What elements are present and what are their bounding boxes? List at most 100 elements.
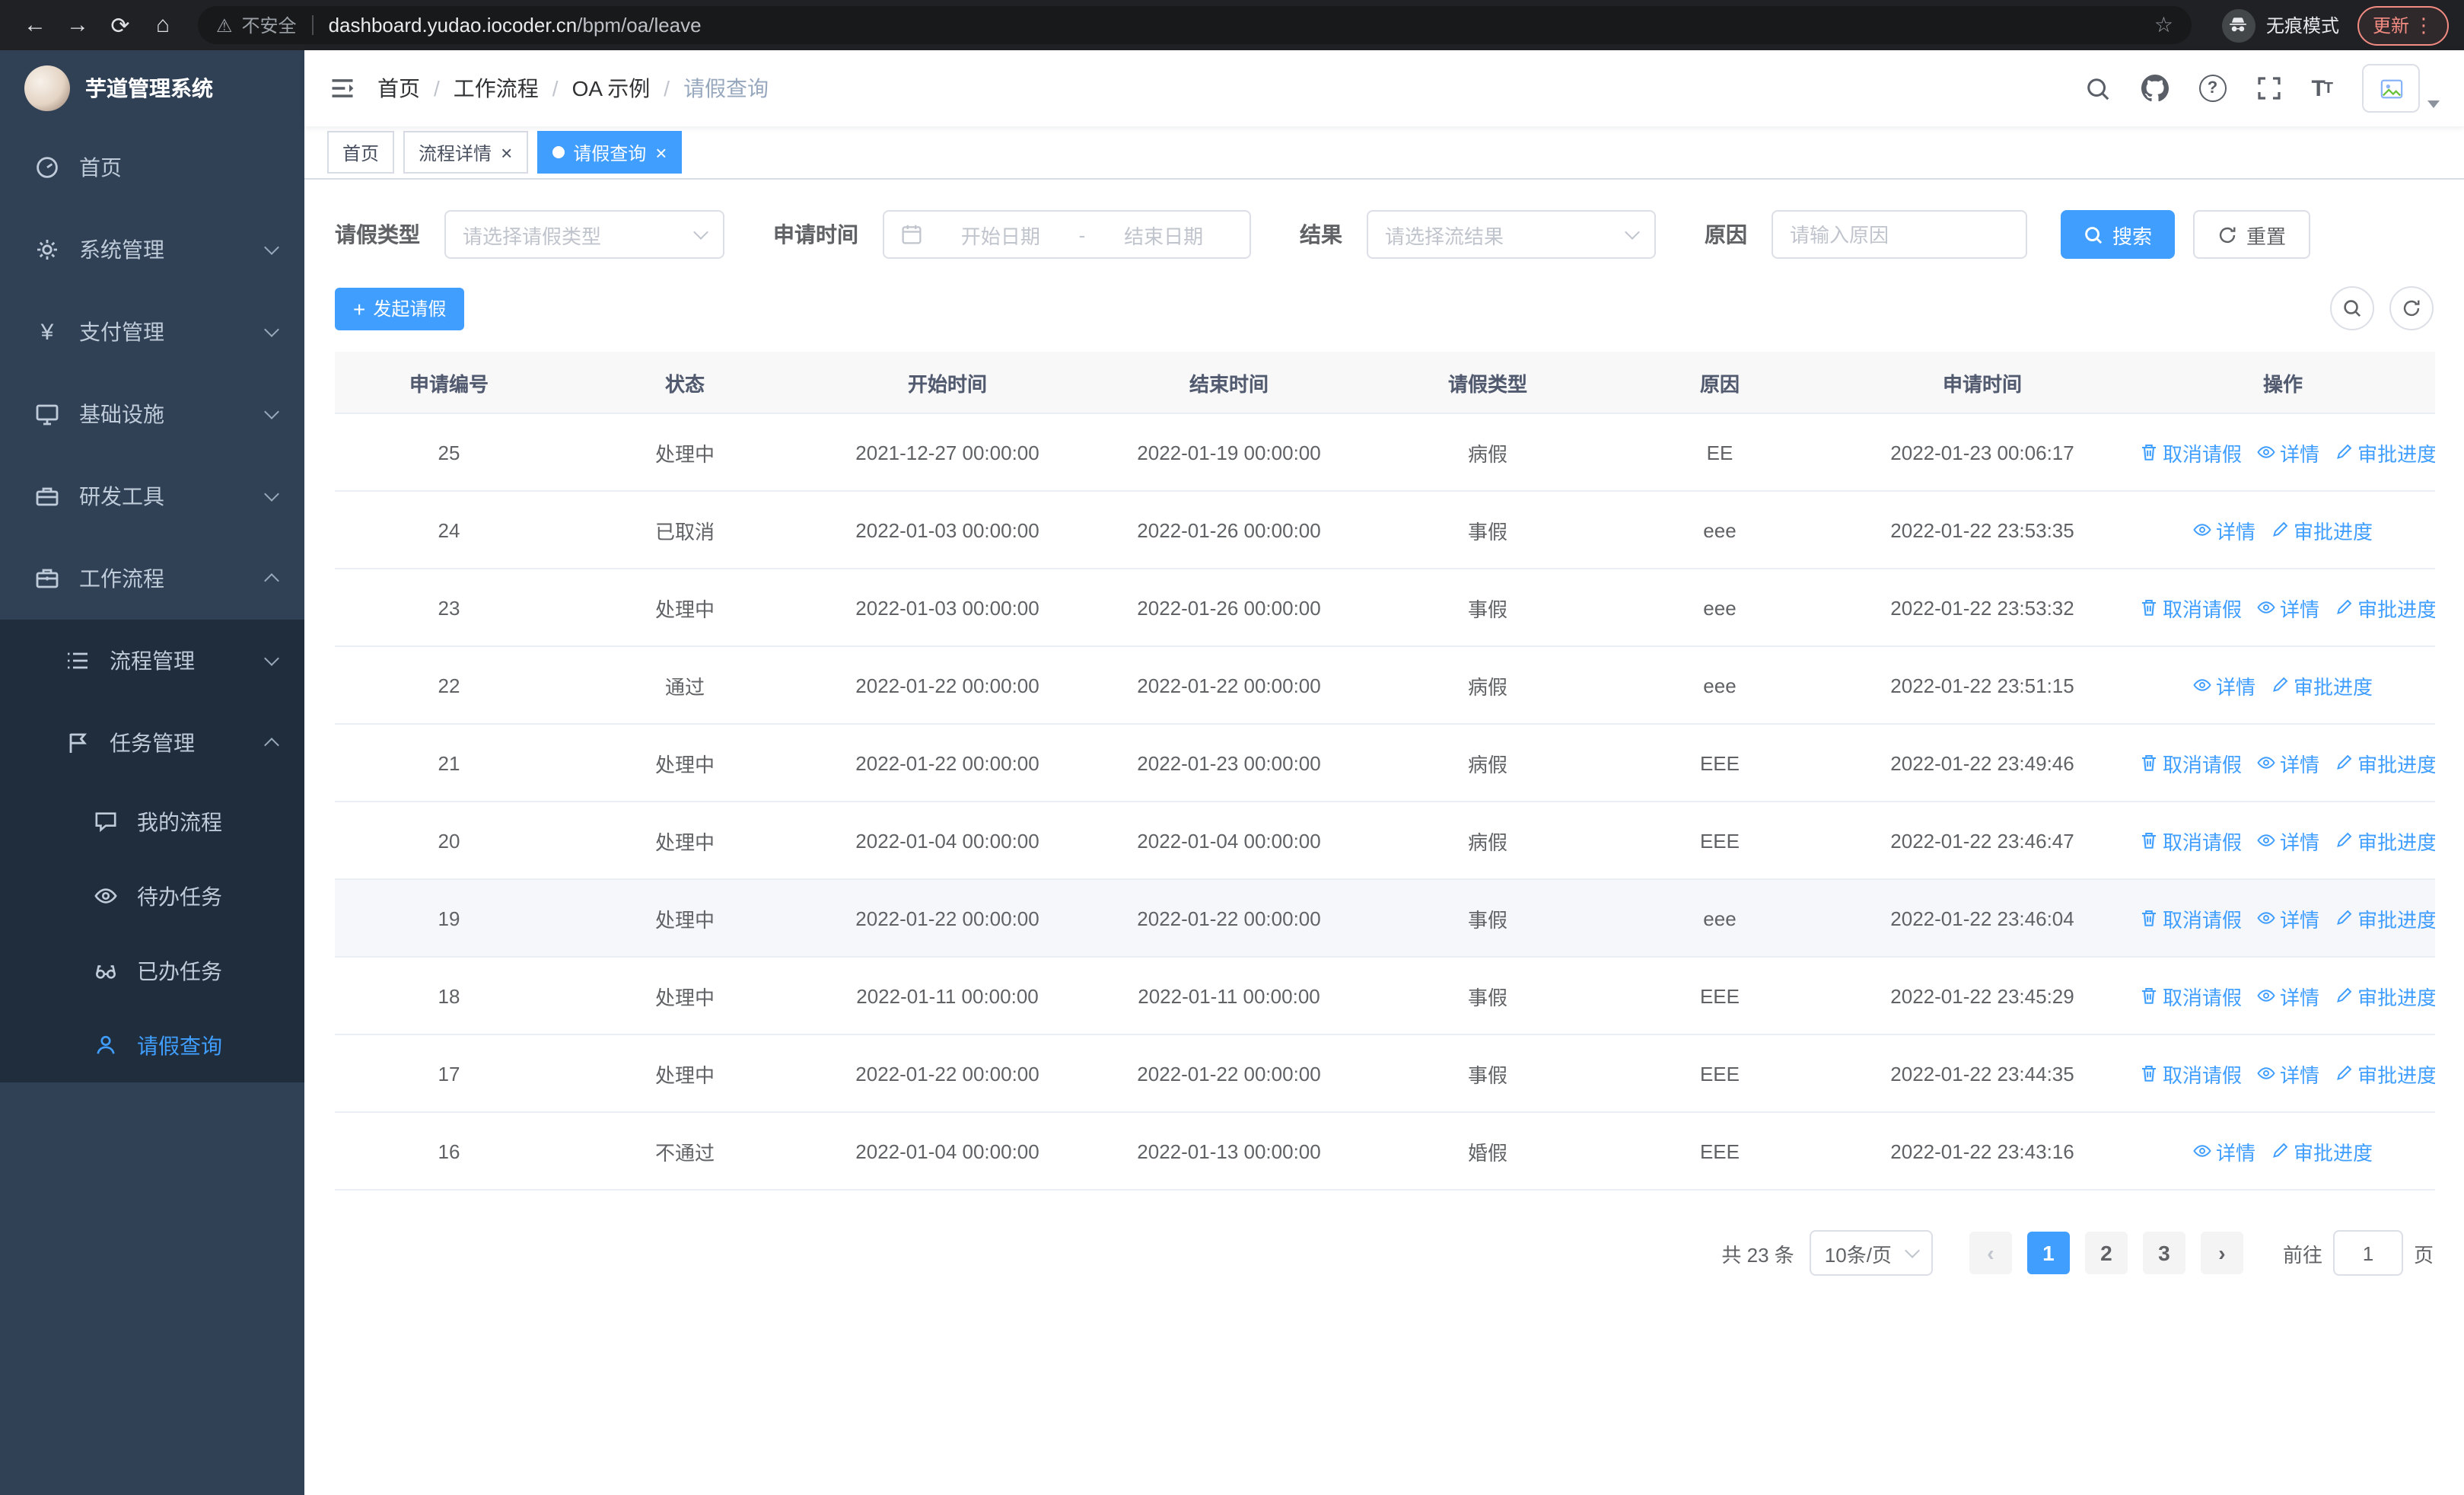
action-view-detail[interactable]: 详情: [2257, 904, 2319, 932]
close-icon[interactable]: ×: [501, 142, 512, 162]
result-select[interactable]: 请选择流结果: [1367, 210, 1656, 259]
action-cancel-leave[interactable]: 取消请假: [2140, 826, 2242, 855]
sidebar-item-leave-query[interactable]: 请假查询: [0, 1008, 304, 1082]
home-button[interactable]: ⌂: [143, 5, 183, 45]
table-row: 22 通过 2022-01-22 00:00:00 2022-01-22 00:00:…: [335, 646, 2435, 725]
cell-type: 事假: [1370, 957, 1606, 1035]
action-view-detail[interactable]: 详情: [2257, 593, 2319, 622]
font-size-icon[interactable]: TT: [2311, 75, 2333, 101]
leave-type-label: 请假类型: [335, 222, 420, 247]
cell-apply_time: 2022-01-23 00:06:17: [1834, 413, 2131, 492]
app-logo[interactable]: 芋道管理系统: [0, 50, 304, 126]
cell-status: 处理中: [563, 802, 807, 880]
page-button-1[interactable]: 1: [2026, 1232, 2070, 1274]
page-button-2[interactable]: 2: [2084, 1232, 2128, 1274]
col-actions: 操作: [2131, 352, 2435, 414]
action-view-detail[interactable]: 详情: [2193, 515, 2255, 544]
search-icon[interactable]: [2084, 75, 2110, 101]
tab-home[interactable]: 首页: [327, 131, 395, 174]
bookmark-star-icon[interactable]: ☆: [2154, 12, 2173, 38]
close-icon[interactable]: ×: [655, 142, 667, 162]
col-apply-time: 申请时间: [1834, 352, 2131, 414]
browser-menu-icon[interactable]: ⋮: [2414, 15, 2434, 35]
tab-leave-query[interactable]: 请假查询 ×: [536, 131, 683, 174]
goto-label: 前往: [2282, 1243, 2322, 1266]
action-approval-progress[interactable]: 审批进度: [2335, 1059, 2435, 1088]
help-icon[interactable]: ?: [2198, 75, 2227, 102]
breadcrumb-workflow[interactable]: 工作流程: [454, 73, 539, 104]
action-approval-progress[interactable]: 审批进度: [2335, 438, 2435, 467]
leave-type-select[interactable]: 请选择请假类型: [444, 210, 724, 259]
action-cancel-leave[interactable]: 取消请假: [2140, 981, 2242, 1010]
sidebar-item-system[interactable]: 系统管理: [0, 209, 304, 291]
action-view-detail[interactable]: 详情: [2257, 438, 2319, 467]
sidebar-item-devtools[interactable]: 研发工具: [0, 455, 304, 537]
reset-button[interactable]: 重置: [2193, 210, 2311, 259]
update-button[interactable]: 更新 ⋮: [2357, 5, 2449, 45]
action-view-detail[interactable]: 详情: [2257, 826, 2319, 855]
prev-page-button[interactable]: ‹: [1969, 1232, 2012, 1274]
goto-page-input[interactable]: [2332, 1230, 2403, 1276]
chevron-down-icon: [1625, 225, 1640, 240]
address-bar[interactable]: ⚠ 不安全 dashboard.yudao.iocoder.cn/bpm/oa/…: [198, 6, 2192, 44]
sidebar-item-my-process[interactable]: 我的流程: [0, 784, 304, 859]
action-approval-progress[interactable]: 审批进度: [2335, 748, 2435, 777]
action-approval-progress[interactable]: 审批进度: [2335, 904, 2435, 932]
sidebar-item-label: 我的流程: [137, 809, 222, 834]
action-cancel-leave[interactable]: 取消请假: [2140, 904, 2242, 932]
reload-button[interactable]: ⟳: [100, 5, 140, 45]
cell-end: 2022-01-22 00:00:00: [1088, 646, 1370, 725]
forward-button[interactable]: →: [58, 5, 97, 45]
page-size-select[interactable]: 10条/页: [1809, 1230, 1933, 1276]
sidebar-item-todo-tasks[interactable]: 待办任务: [0, 859, 304, 933]
action-approval-progress[interactable]: 审批进度: [2271, 1136, 2373, 1165]
create-leave-button[interactable]: + 发起请假: [335, 287, 465, 330]
cell-apply_time: 2022-01-22 23:49:46: [1834, 724, 2131, 802]
action-approval-progress[interactable]: 审批进度: [2271, 515, 2373, 544]
sidebar-item-task-management[interactable]: 任务管理: [0, 702, 304, 784]
action-view-detail[interactable]: 详情: [2257, 748, 2319, 777]
sidebar-item-home[interactable]: 首页: [0, 126, 304, 209]
sidebar-item-workflow[interactable]: 工作流程: [0, 537, 304, 620]
action-cancel-leave[interactable]: 取消请假: [2140, 748, 2242, 777]
page-button-3[interactable]: 3: [2142, 1232, 2185, 1274]
next-page-button[interactable]: ›: [2200, 1232, 2243, 1274]
action-cancel-leave[interactable]: 取消请假: [2140, 1059, 2242, 1088]
sidebar-toggle[interactable]: [329, 75, 356, 102]
sidebar-item-process-management[interactable]: 流程管理: [0, 620, 304, 702]
cell-reason: eee: [1606, 569, 1834, 647]
action-cancel-leave[interactable]: 取消请假: [2140, 438, 2242, 467]
sidebar-item-payment[interactable]: ¥ 支付管理: [0, 291, 304, 373]
breadcrumb-home[interactable]: 首页: [377, 73, 420, 104]
action-cancel-leave[interactable]: 取消请假: [2140, 593, 2242, 622]
sidebar-item-done-tasks[interactable]: 已办任务: [0, 933, 304, 1008]
cell-id: 19: [335, 879, 563, 958]
tab-process-detail[interactable]: 流程详情 ×: [403, 131, 528, 174]
refresh-button[interactable]: [2389, 286, 2434, 330]
reason-input[interactable]: [1772, 210, 2027, 259]
goto-page: 前往 页: [2283, 1230, 2434, 1276]
action-approval-progress[interactable]: 审批进度: [2271, 671, 2373, 700]
sidebar-item-infrastructure[interactable]: 基础设施: [0, 373, 304, 455]
search-button[interactable]: 搜索: [2061, 210, 2176, 259]
action-view-detail[interactable]: 详情: [2257, 981, 2319, 1010]
table-row: 20 处理中 2022-01-04 00:00:00 2022-01-04 00:00…: [335, 802, 2435, 880]
toggle-search-button[interactable]: [2330, 286, 2374, 330]
action-view-detail[interactable]: 详情: [2193, 1136, 2255, 1165]
user-menu[interactable]: [2362, 64, 2440, 113]
incognito-label: 无痕模式: [2265, 15, 2339, 37]
action-view-detail[interactable]: 详情: [2257, 1059, 2319, 1088]
cell-type: 婚假: [1370, 1112, 1606, 1191]
fullscreen-icon[interactable]: [2256, 76, 2281, 100]
cell-end: 2022-01-22 00:00:00: [1088, 1034, 1370, 1113]
apply-time-range-picker[interactable]: 开始日期 - 结束日期: [883, 210, 1251, 259]
action-approval-progress[interactable]: 审批进度: [2335, 593, 2435, 622]
back-button[interactable]: ←: [15, 5, 55, 45]
reset-button-label: 重置: [2246, 225, 2287, 247]
breadcrumb-oa-example[interactable]: OA 示例: [572, 73, 651, 104]
action-view-detail[interactable]: 详情: [2193, 671, 2255, 700]
cell-type: 病假: [1370, 646, 1606, 725]
github-icon[interactable]: [2141, 75, 2169, 102]
action-approval-progress[interactable]: 审批进度: [2335, 826, 2435, 855]
action-approval-progress[interactable]: 审批进度: [2335, 981, 2435, 1010]
